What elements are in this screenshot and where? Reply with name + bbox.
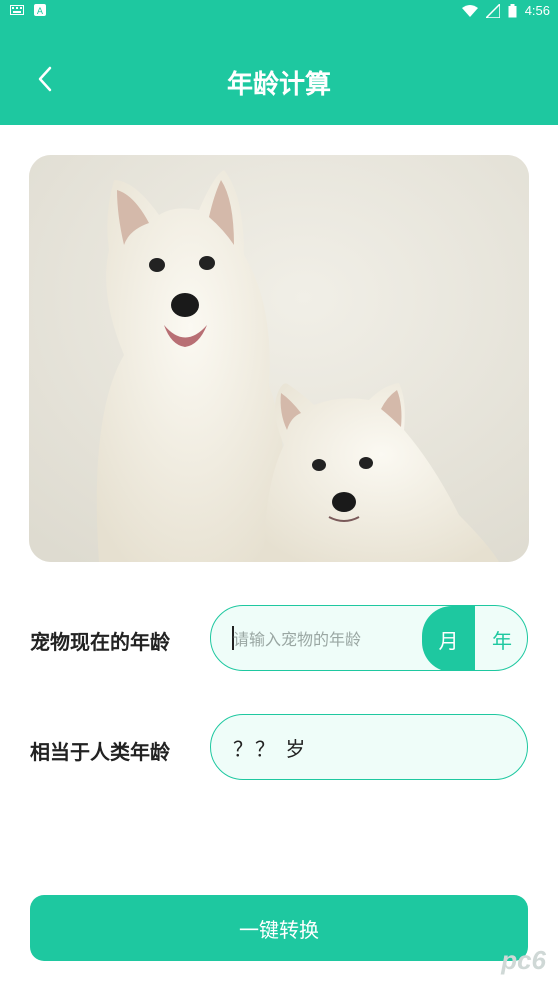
signal-icon [485,3,500,18]
watermark-logo: pc6 [501,945,546,975]
app-icon: A [34,4,46,16]
pet-age-field[interactable]: 请输入宠物的年龄 月 年 [210,605,528,671]
human-age-field: ？？ 岁 [210,714,528,780]
app-bar: 年龄计算 [0,24,558,125]
battery-icon [508,3,517,17]
human-age-value: ？？ 岁 [233,737,308,761]
status-right: 4:56 [461,3,550,18]
status-bar: A 4:56 [0,0,558,24]
convert-button[interactable]: 一键转换 [30,895,528,961]
pet-age-input[interactable]: 请输入宠物的年龄 [233,626,361,650]
dogs-illustration [29,155,529,562]
status-time: 4:56 [524,3,550,18]
human-age-label: 相当于人类年龄 [30,740,170,764]
keyboard-icon [10,5,24,15]
svg-text:A: A [37,7,44,16]
hero-image [29,155,529,562]
status-left: A [10,4,46,16]
page-title: 年龄计算 [226,70,331,100]
wifi-icon [461,4,478,17]
unit-month-toggle[interactable]: 月 [422,606,475,670]
unit-year-toggle[interactable]: 年 [475,606,527,670]
pet-age-label: 宠物现在的年龄 [30,630,170,654]
